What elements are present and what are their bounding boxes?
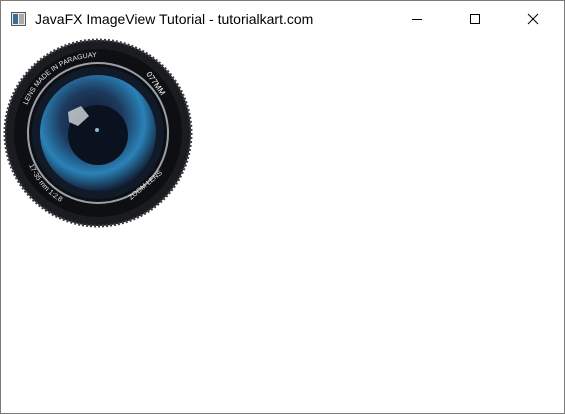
camera-lens-image: LENS MADE IN PARAGUAY 077MM 17-35 mm 1:2…	[3, 38, 193, 228]
maximize-icon	[470, 14, 480, 24]
minimize-icon	[412, 19, 422, 20]
minimize-button[interactable]	[394, 1, 440, 37]
close-icon	[527, 13, 539, 25]
java-app-icon	[11, 12, 26, 26]
app-window: JavaFX ImageView Tutorial - tutorialkart…	[0, 0, 565, 414]
title-bar[interactable]: JavaFX ImageView Tutorial - tutorialkart…	[1, 1, 564, 37]
close-button[interactable]	[510, 1, 556, 37]
content-area: LENS MADE IN PARAGUAY 077MM 17-35 mm 1:2…	[1, 37, 564, 413]
maximize-button[interactable]	[452, 1, 498, 37]
window-title: JavaFX ImageView Tutorial - tutorialkart…	[35, 11, 314, 27]
